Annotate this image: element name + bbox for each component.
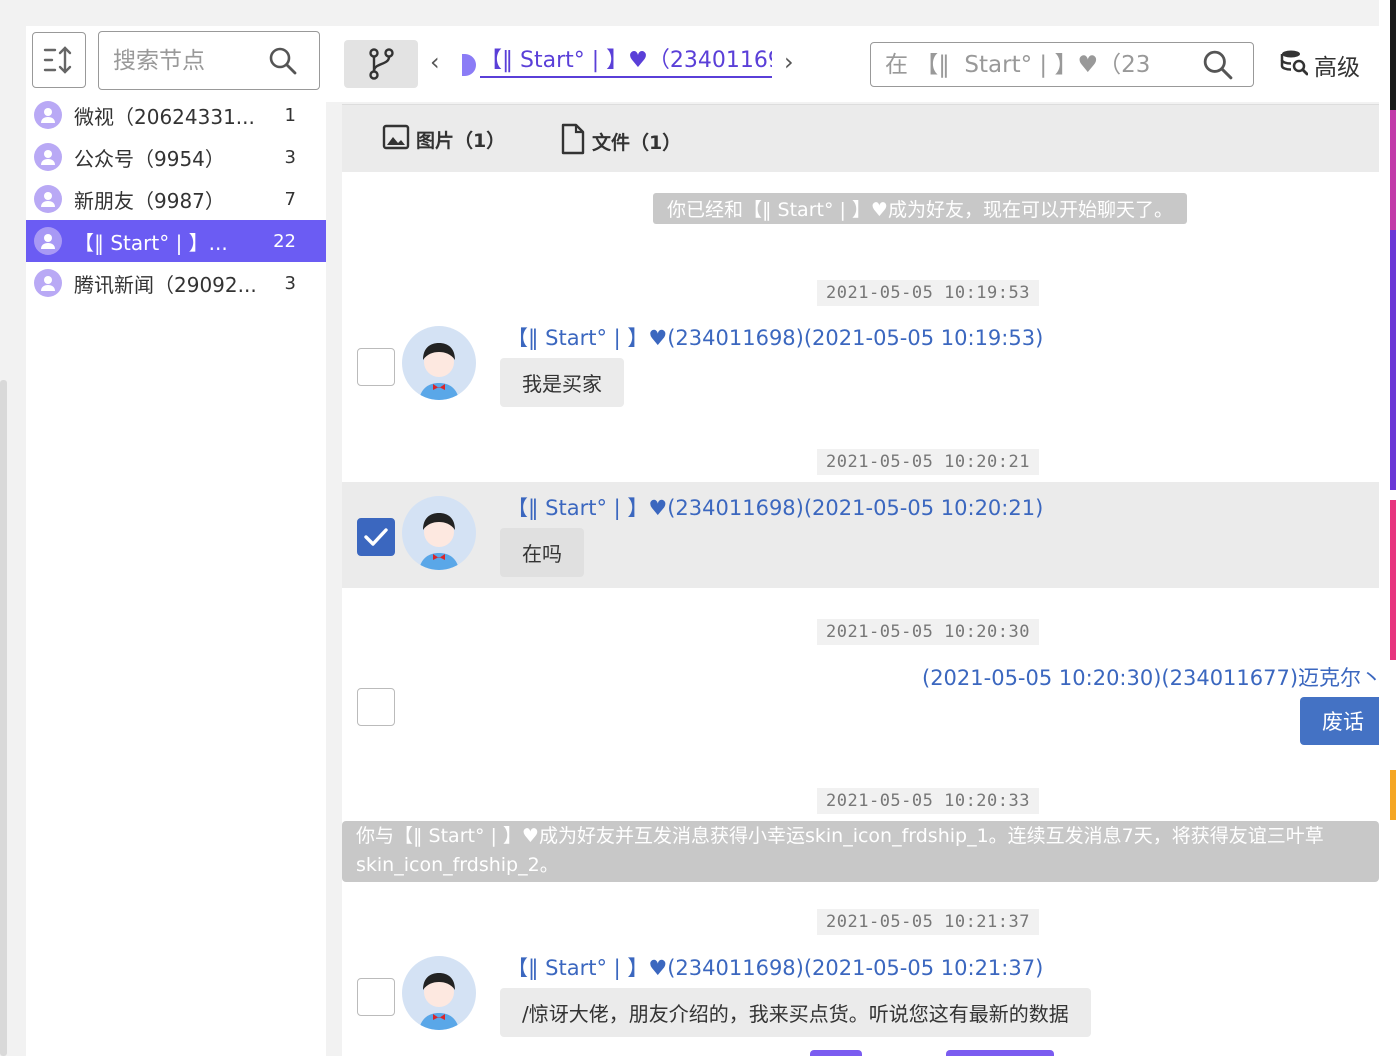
- node-item[interactable]: 新朋友（9987） 7: [26, 178, 326, 220]
- edge-strip: [1390, 230, 1396, 490]
- timestamp: 2021-05-05 10:20:30: [817, 619, 1039, 645]
- message-bubble: /惊讶大佬，朋友介绍的，我来买点货。听说您这有最新的数据: [500, 988, 1091, 1037]
- breadcrumb[interactable]: 【‖ Start° | 】♥（234011698: [480, 46, 772, 78]
- chevron-right-icon[interactable]: ›: [784, 48, 794, 76]
- user-avatar-icon: [34, 227, 62, 255]
- node-name: 新朋友（9987）: [74, 188, 225, 213]
- node-search-input[interactable]: [113, 44, 263, 78]
- node-search-box: [98, 31, 320, 90]
- sort-icon: [43, 46, 72, 74]
- gutter-scrollbar[interactable]: [0, 380, 7, 1056]
- branch-button[interactable]: [344, 40, 418, 88]
- message-row: (2021-05-05 10:20:30)(234011677)迈克尔丶刘育 废…: [342, 652, 1379, 762]
- advanced-label: 高级: [1314, 55, 1360, 81]
- system-message: 你已经和【‖ Start° | 】♥成为好友，现在可以开始聊天了。: [653, 193, 1187, 224]
- left-gutter: [0, 0, 26, 1056]
- user-avatar-icon: [34, 101, 62, 129]
- edge-strip: [1390, 770, 1396, 820]
- pager-marker: [946, 1050, 1054, 1056]
- message-bubble: 我是买家: [500, 358, 624, 407]
- check-icon: [364, 528, 388, 546]
- message-sender: 【‖ Start° | 】♥(234011698)(2021-05-05 10:…: [507, 956, 1044, 980]
- edge-strip: [1390, 0, 1396, 110]
- node-count: 22: [273, 230, 296, 252]
- sort-button[interactable]: [32, 32, 86, 88]
- avatar: [402, 326, 476, 400]
- avatar: [402, 496, 476, 570]
- node-count: 7: [284, 188, 296, 210]
- timestamp: 2021-05-05 10:20:21: [817, 449, 1039, 475]
- search-icon[interactable]: [1203, 50, 1233, 84]
- node-name: 【‖ Start° | 】...: [74, 230, 228, 255]
- branch-icon: [369, 48, 394, 80]
- node-item-selected[interactable]: 【‖ Start° | 】... 22: [26, 220, 326, 262]
- node-item[interactable]: 腾讯新闻（29092... 3: [26, 262, 326, 304]
- edge-strip: [1390, 500, 1396, 660]
- message-checkbox[interactable]: [357, 978, 395, 1016]
- timestamp: 2021-05-05 10:20:33: [817, 788, 1039, 814]
- user-avatar-icon: [34, 269, 62, 297]
- avatar: [402, 956, 476, 1030]
- edge-strip: [1390, 110, 1396, 230]
- node-item[interactable]: 公众号（9954） 3: [26, 136, 326, 178]
- pager-marker: [810, 1050, 862, 1056]
- message-row: 【‖ Start° | 】♥(234011698)(2021-05-05 10:…: [342, 942, 1379, 1056]
- node-count: 3: [284, 146, 296, 168]
- window-edge: [1379, 0, 1396, 1056]
- message-sender: 【‖ Start° | 】♥(234011698)(2021-05-05 10:…: [507, 496, 1044, 520]
- timestamp: 2021-05-05 10:19:53: [817, 280, 1039, 306]
- node-name: 微视（20624331...: [74, 104, 255, 129]
- advanced-search-button[interactable]: 高级: [1280, 48, 1360, 82]
- message-sender: 【‖ Start° | 】♥(234011698)(2021-05-05 10:…: [507, 326, 1044, 350]
- search-icon[interactable]: [269, 47, 297, 79]
- message-row: 【‖ Start° | 】♥(234011698)(2021-05-05 10:…: [342, 312, 1379, 412]
- node-count: 3: [284, 272, 296, 294]
- node-name: 腾讯新闻（29092...: [74, 272, 257, 297]
- message-checkbox[interactable]: [357, 688, 395, 726]
- chat-area: 你已经和【‖ Start° | 】♥成为好友，现在可以开始聊天了。 2021-0…: [342, 172, 1379, 1056]
- system-message: 你与【‖ Start° | 】♥成为好友并互发消息获得小幸运skin_icon_…: [342, 821, 1379, 882]
- message-sender: (2021-05-05 10:20:30)(234011677)迈克尔丶刘育: [922, 666, 1379, 690]
- chat-toolbar: ‹ 【‖ Start° | 】♥（234011698 › 高级: [326, 26, 1396, 102]
- timestamp: 2021-05-05 10:21:37: [817, 909, 1039, 935]
- user-avatar-icon: [34, 185, 62, 213]
- message-checkbox[interactable]: [357, 348, 395, 386]
- node-count: 1: [284, 104, 296, 126]
- chat-search-input[interactable]: [885, 49, 1185, 81]
- attachment-tabs: 图片（1） 文件（1）: [342, 104, 1379, 172]
- message-checkbox-checked[interactable]: [357, 518, 395, 556]
- image-icon: [382, 123, 410, 156]
- tab-files[interactable]: 文件（1）: [560, 123, 681, 160]
- node-panel: 微视（20624331... 1 公众号（9954） 3 新朋友（9987） 7…: [26, 26, 326, 1056]
- message-bubble: 在吗: [500, 528, 584, 577]
- message-row-selected: 【‖ Start° | 】♥(234011698)(2021-05-05 10:…: [342, 482, 1379, 588]
- tab-files-label: 文件（1）: [592, 132, 682, 154]
- database-search-icon: [1280, 48, 1309, 82]
- node-list: 微视（20624331... 1 公众号（9954） 3 新朋友（9987） 7…: [26, 94, 326, 304]
- breadcrumb-marker: [462, 54, 476, 76]
- tab-images-label: 图片（1）: [416, 130, 506, 152]
- node-name: 公众号（9954）: [74, 146, 225, 171]
- chat-search-box: [870, 42, 1254, 87]
- file-icon: [560, 123, 586, 160]
- user-avatar-icon: [34, 143, 62, 171]
- tab-images[interactable]: 图片（1）: [382, 123, 505, 156]
- chevron-left-icon[interactable]: ‹: [430, 48, 440, 76]
- message-bubble: 废话: [1300, 697, 1379, 745]
- app-window: 微视（20624331... 1 公众号（9954） 3 新朋友（9987） 7…: [0, 0, 1396, 1056]
- node-item[interactable]: 微视（20624331... 1: [26, 94, 326, 136]
